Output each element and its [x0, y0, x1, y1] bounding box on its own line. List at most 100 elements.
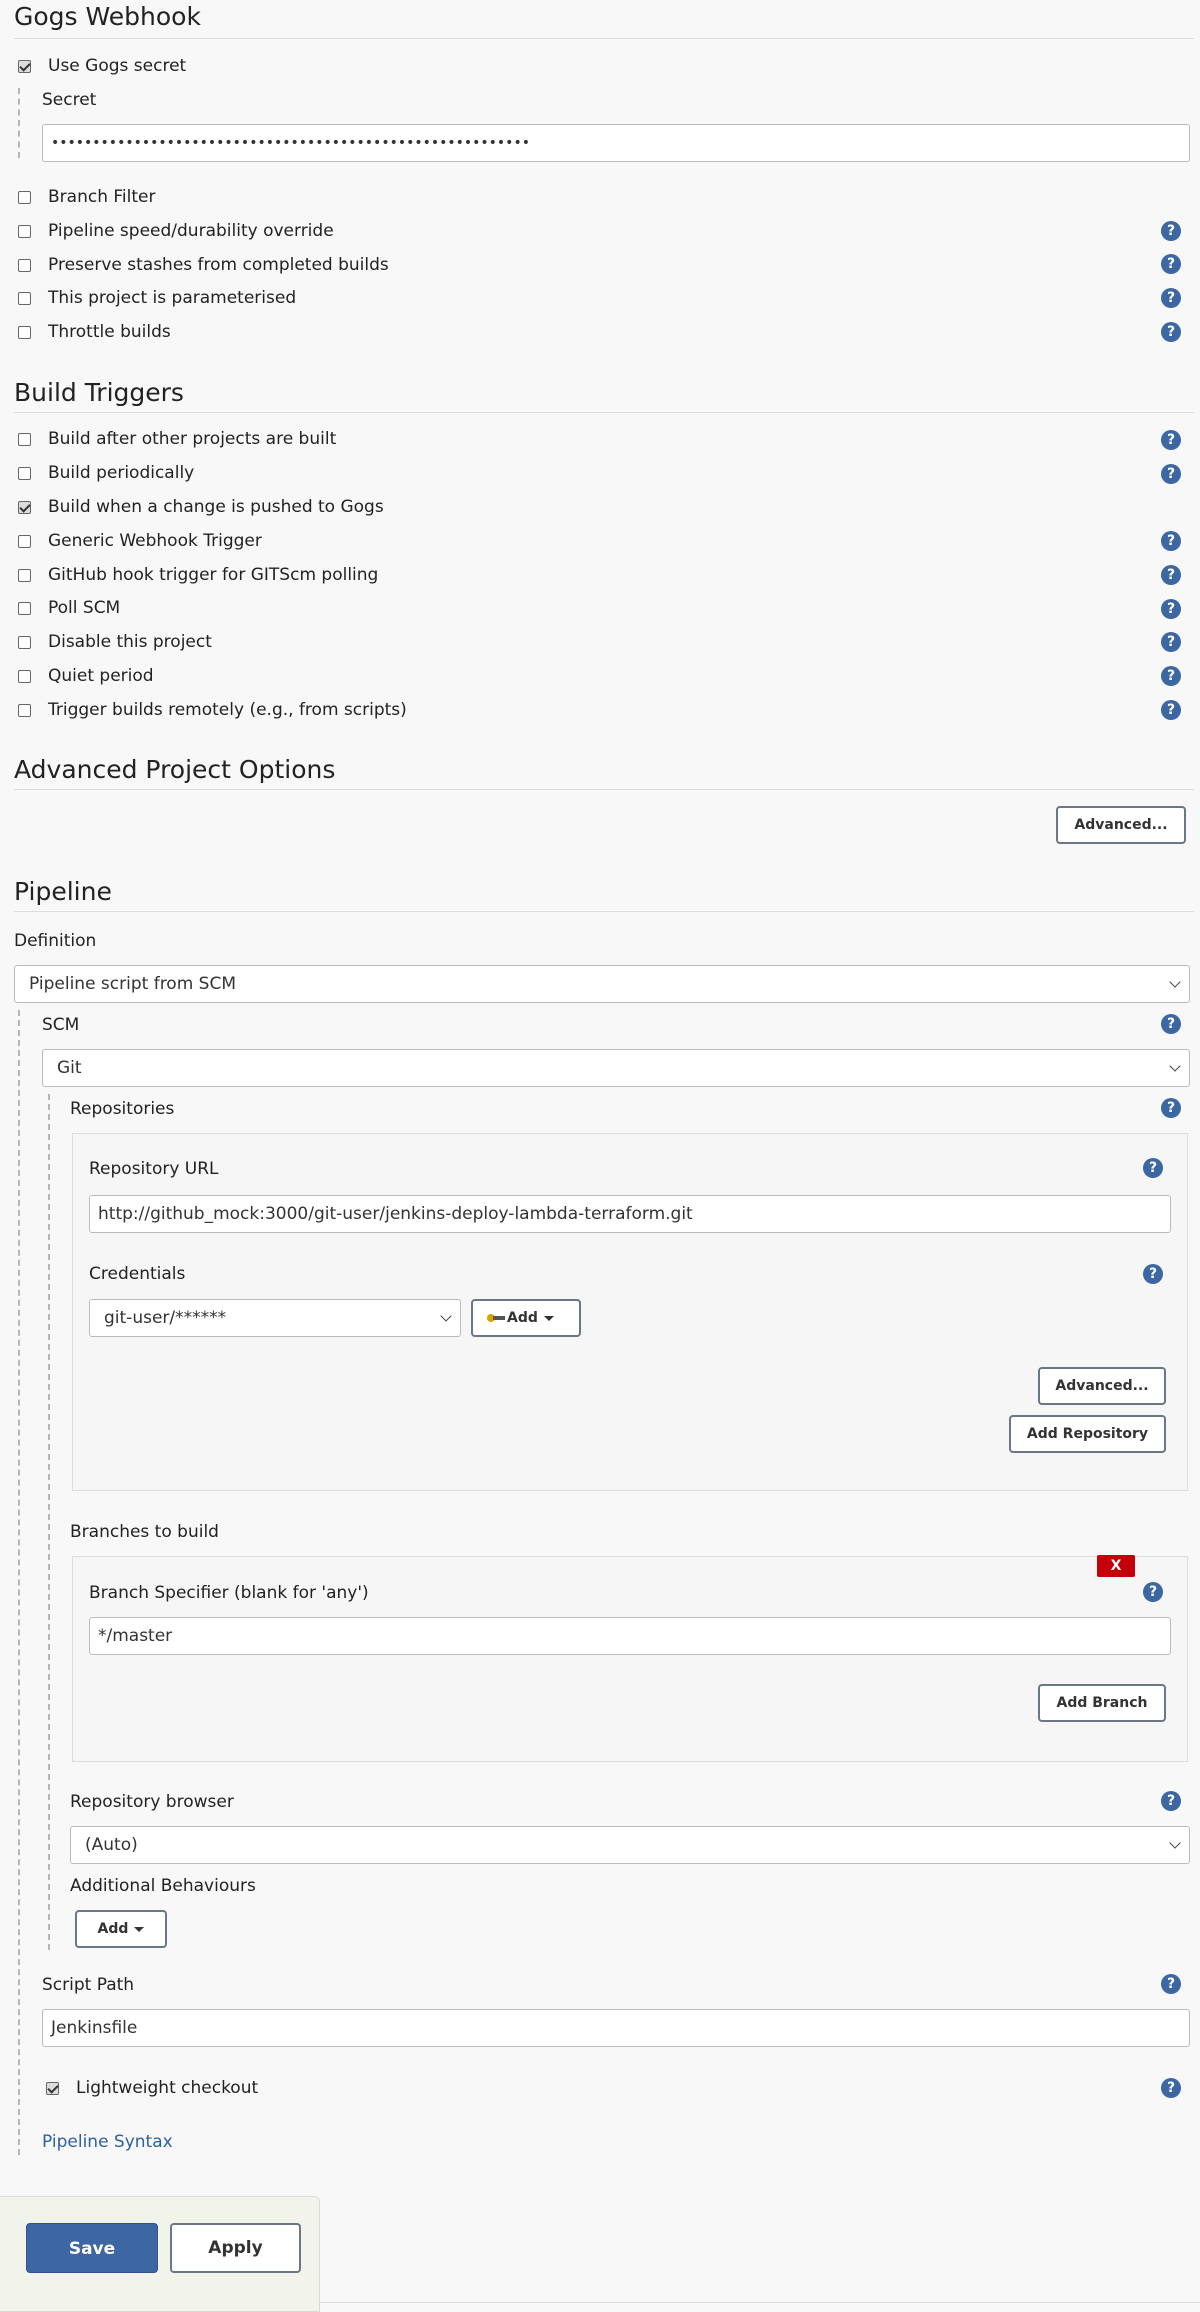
trigger-remotely-checkbox[interactable]	[18, 704, 31, 717]
trigger-periodically-row[interactable]: Build periodically	[18, 463, 1188, 489]
help-icon[interactable]: ?	[1161, 254, 1181, 274]
help-icon[interactable]: ?	[1161, 1014, 1181, 1034]
script-path-field[interactable]: Jenkinsfile	[42, 2009, 1190, 2047]
parameterised-label: This project is parameterised	[48, 288, 297, 308]
credentials-label: Credentials	[89, 1264, 186, 1284]
throttle-builds-checkbox[interactable]	[18, 326, 31, 339]
throttle-builds-row[interactable]: Throttle builds	[18, 322, 1188, 348]
repository-browser-select[interactable]: (Auto)	[70, 1826, 1190, 1864]
help-icon[interactable]: ?	[1161, 221, 1181, 241]
help-icon[interactable]: ?	[1143, 1264, 1163, 1284]
lightweight-checkout-row[interactable]: Lightweight checkout	[46, 2078, 1166, 2104]
definition-select-value: Pipeline script from SCM	[29, 974, 237, 994]
trigger-github-hook-row[interactable]: GitHub hook trigger for GITScm polling	[18, 565, 1188, 591]
trigger-generic-webhook-row[interactable]: Generic Webhook Trigger	[18, 531, 1188, 557]
pipeline-durability-checkbox[interactable]	[18, 225, 31, 238]
help-icon[interactable]: ?	[1161, 322, 1181, 342]
quiet-period-checkbox[interactable]	[18, 670, 31, 683]
project-advanced-button[interactable]: Advanced...	[1056, 806, 1186, 844]
branch-specifier-field[interactable]: */master	[89, 1617, 1171, 1655]
preserve-stashes-checkbox[interactable]	[18, 259, 31, 272]
pipeline-durability-row[interactable]: Pipeline speed/durability override	[18, 221, 1188, 247]
scm-select-value: Git	[57, 1058, 82, 1078]
branch-filter-label: Branch Filter	[48, 187, 156, 207]
scm-label: SCM	[42, 1015, 80, 1035]
repository-url-field[interactable]: http://github_mock:3000/git-user/jenkins…	[89, 1195, 1171, 1233]
trigger-generic-webhook-label: Generic Webhook Trigger	[48, 531, 262, 551]
help-icon[interactable]: ?	[1161, 464, 1181, 484]
advanced-options-title: Advanced Project Options	[14, 755, 336, 784]
chevron-down-icon	[440, 1310, 452, 1322]
add-behaviour-button[interactable]: Add	[75, 1910, 167, 1948]
add-branch-button[interactable]: Add Branch	[1038, 1684, 1166, 1722]
trigger-poll-scm-checkbox[interactable]	[18, 602, 31, 615]
add-repository-button[interactable]: Add Repository	[1009, 1415, 1166, 1453]
help-icon[interactable]: ?	[1161, 1974, 1181, 1994]
help-icon[interactable]: ?	[1143, 1582, 1163, 1602]
help-icon[interactable]: ?	[1161, 288, 1181, 308]
trigger-remotely-label: Trigger builds remotely (e.g., from scri…	[48, 700, 407, 720]
help-icon[interactable]: ?	[1161, 1791, 1181, 1811]
help-icon[interactable]: ?	[1161, 632, 1181, 652]
help-icon[interactable]: ?	[1161, 565, 1181, 585]
trigger-github-hook-label: GitHub hook trigger for GITScm polling	[48, 565, 379, 585]
trigger-gogs-push-checkbox[interactable]	[18, 501, 31, 514]
pipeline-syntax-link[interactable]: Pipeline Syntax	[42, 2132, 173, 2152]
preserve-stashes-row[interactable]: Preserve stashes from completed builds	[18, 255, 1188, 281]
add-credentials-label: Add	[507, 1310, 538, 1326]
trigger-gogs-push-label: Build when a change is pushed to Gogs	[48, 497, 384, 517]
disable-project-checkbox[interactable]	[18, 636, 31, 649]
repositories-label: Repositories	[70, 1099, 175, 1119]
help-icon[interactable]: ?	[1143, 1158, 1163, 1178]
lightweight-checkout-label: Lightweight checkout	[76, 2078, 259, 2098]
secret-field[interactable]: ••••••••••••••••••••••••••••••••••••••••…	[42, 124, 1190, 162]
parameterised-checkbox[interactable]	[18, 292, 31, 305]
disable-project-row[interactable]: Disable this project	[18, 632, 1188, 658]
trigger-after-other-label: Build after other projects are built	[48, 429, 337, 449]
nested-indent-line	[18, 1010, 20, 2155]
use-gogs-secret-row[interactable]: Use Gogs secret	[18, 56, 1188, 82]
definition-label: Definition	[14, 931, 97, 951]
use-gogs-secret-label: Use Gogs secret	[48, 56, 187, 76]
help-icon[interactable]: ?	[1161, 666, 1181, 686]
branch-specifier-label: Branch Specifier (blank for 'any')	[89, 1583, 369, 1603]
repository-advanced-button[interactable]: Advanced...	[1038, 1367, 1166, 1405]
script-path-label: Script Path	[42, 1975, 135, 1995]
help-icon[interactable]: ?	[1161, 599, 1181, 619]
scm-select[interactable]: Git	[42, 1049, 1190, 1087]
trigger-github-hook-checkbox[interactable]	[18, 569, 31, 582]
save-button[interactable]: Save	[26, 2223, 158, 2273]
use-gogs-secret-checkbox[interactable]	[18, 60, 31, 73]
trigger-poll-scm-label: Poll SCM	[48, 598, 121, 618]
throttle-builds-label: Throttle builds	[48, 322, 171, 342]
trigger-poll-scm-row[interactable]: Poll SCM	[18, 598, 1188, 624]
branch-filter-checkbox[interactable]	[18, 191, 31, 204]
help-icon[interactable]: ?	[1161, 531, 1181, 551]
help-icon[interactable]: ?	[1161, 1098, 1181, 1118]
trigger-remotely-row[interactable]: Trigger builds remotely (e.g., from scri…	[18, 700, 1188, 726]
definition-select[interactable]: Pipeline script from SCM	[14, 965, 1190, 1003]
help-icon[interactable]: ?	[1161, 2078, 1181, 2098]
branch-filter-row[interactable]: Branch Filter	[18, 187, 1188, 213]
trigger-generic-webhook-checkbox[interactable]	[18, 535, 31, 548]
apply-button[interactable]: Apply	[170, 2223, 301, 2273]
nested-indent-line	[18, 88, 20, 158]
quiet-period-label: Quiet period	[48, 666, 154, 686]
quiet-period-row[interactable]: Quiet period	[18, 666, 1188, 692]
remove-branch-button[interactable]: X	[1097, 1555, 1135, 1577]
section-divider	[14, 789, 1194, 790]
help-icon[interactable]: ?	[1161, 430, 1181, 450]
credentials-select[interactable]: git-user/******	[89, 1299, 461, 1337]
help-icon[interactable]: ?	[1161, 700, 1181, 720]
trigger-periodically-checkbox[interactable]	[18, 467, 31, 480]
preserve-stashes-label: Preserve stashes from completed builds	[48, 255, 389, 275]
lightweight-checkout-checkbox[interactable]	[46, 2082, 59, 2095]
disable-project-label: Disable this project	[48, 632, 212, 652]
add-credentials-button[interactable]: Add	[471, 1299, 581, 1337]
caret-down-icon	[134, 1926, 145, 1932]
trigger-gogs-push-row[interactable]: Build when a change is pushed to Gogs	[18, 497, 1188, 523]
parameterised-row[interactable]: This project is parameterised	[18, 288, 1188, 314]
credentials-select-value: git-user/******	[104, 1308, 227, 1328]
trigger-after-other-row[interactable]: Build after other projects are built	[18, 429, 1188, 455]
trigger-after-other-checkbox[interactable]	[18, 433, 31, 446]
